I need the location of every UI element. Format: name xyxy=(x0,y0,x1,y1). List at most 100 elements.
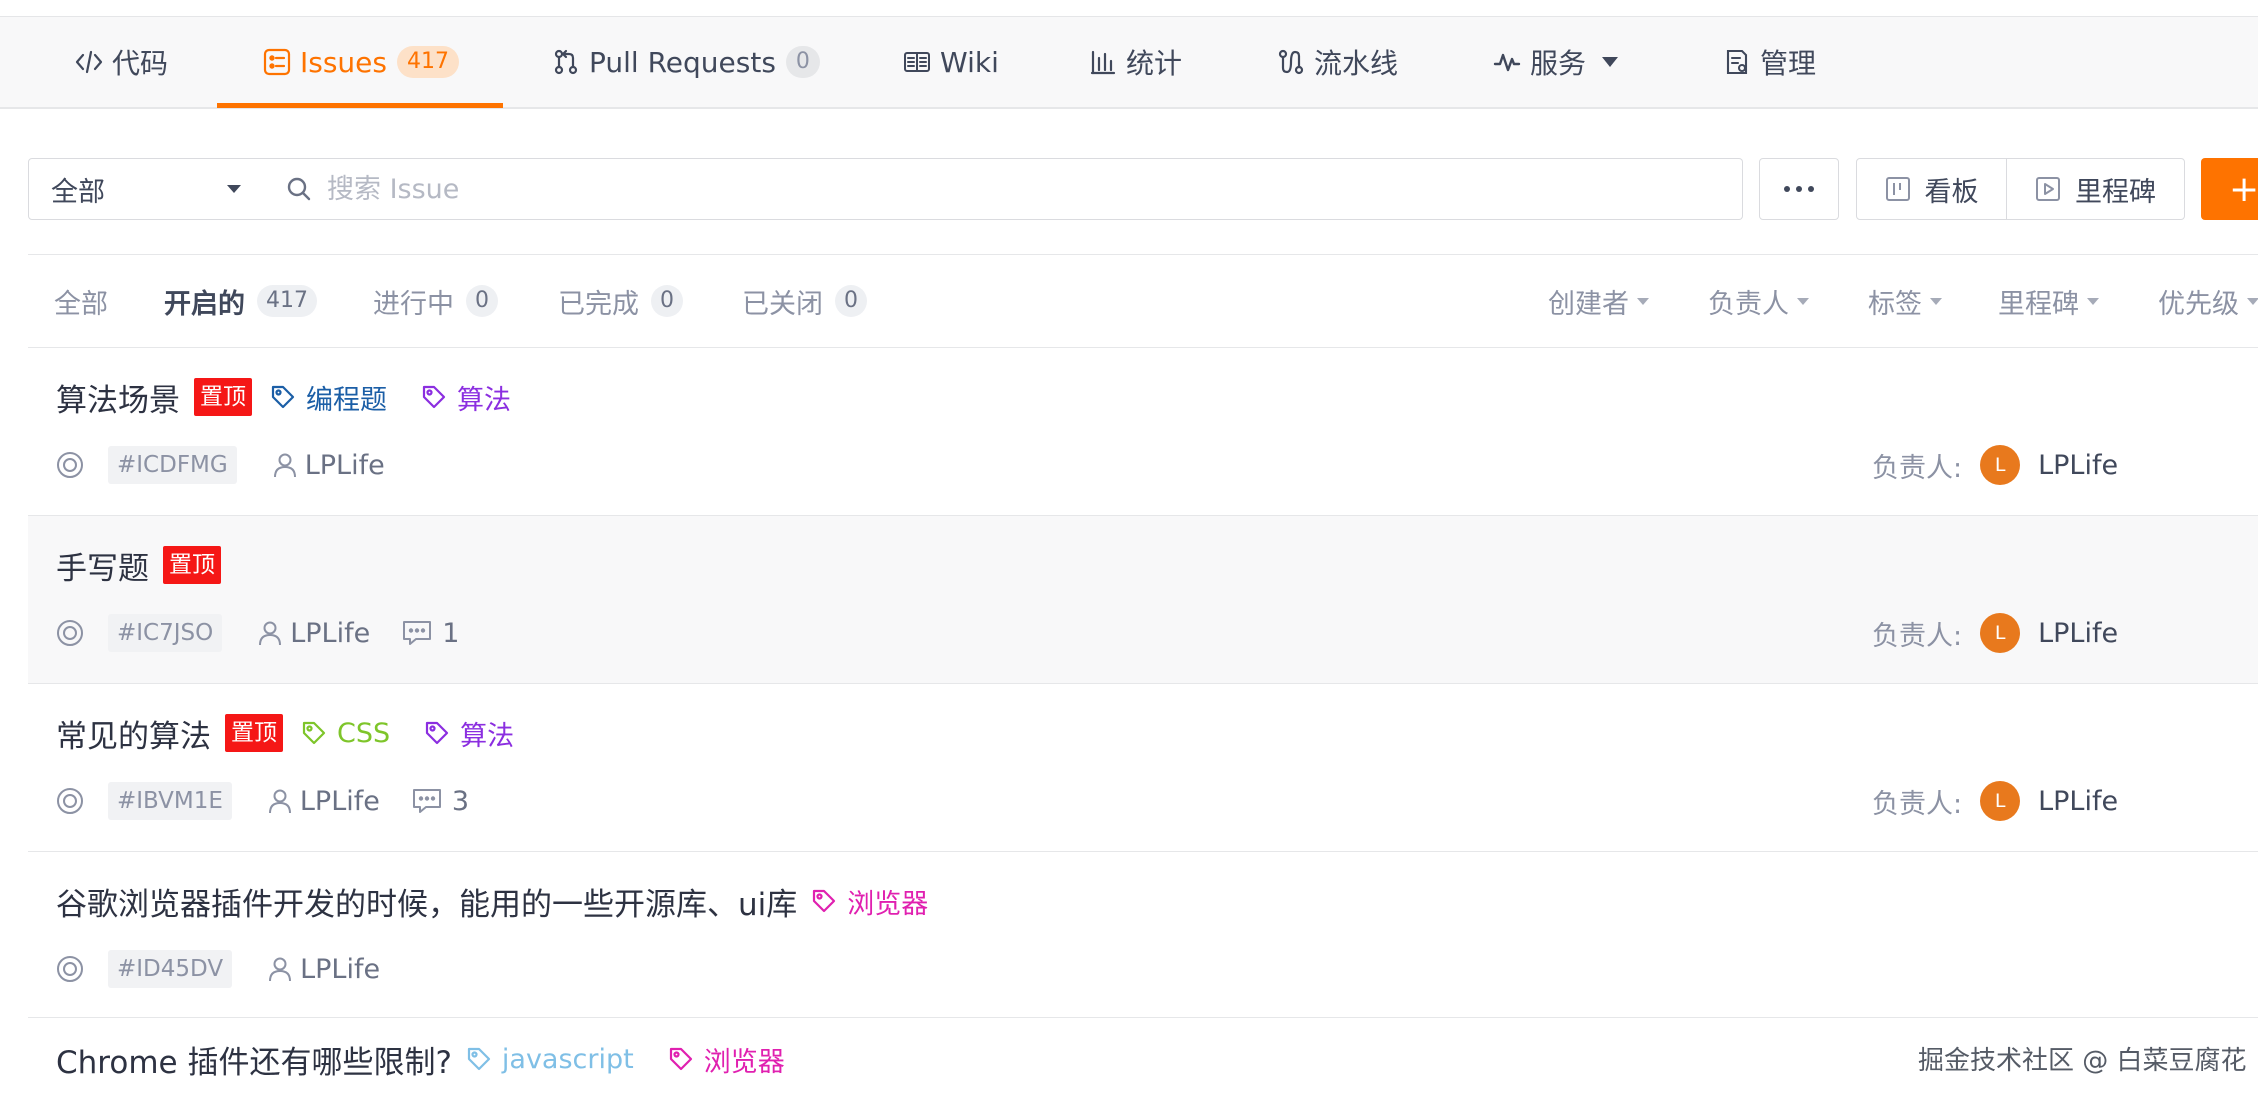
issue-title[interactable]: 手写题 xyxy=(56,543,149,588)
issue-tag[interactable]: 算法 xyxy=(424,714,514,753)
issue-tag-label: 浏览器 xyxy=(703,1046,785,1078)
issue-id[interactable]: #ICDFMG xyxy=(108,446,237,484)
assignee-name[interactable]: LPLife xyxy=(2038,618,2118,649)
pinned-badge: 置顶 xyxy=(194,378,252,416)
scope-select-value: 全部 xyxy=(51,176,105,208)
issue-tag[interactable]: 浏览器 xyxy=(668,1040,785,1079)
manage-icon xyxy=(1722,47,1752,77)
filter-creator[interactable]: 创建者 xyxy=(1548,255,1649,347)
issue-title[interactable]: 算法场景 xyxy=(56,375,180,420)
issue-tag[interactable]: javascript xyxy=(466,1044,634,1075)
more-icon xyxy=(1784,186,1814,192)
avatar[interactable]: L xyxy=(1980,613,2021,653)
chevron-down-icon xyxy=(1930,297,1942,305)
issue-tag[interactable]: 浏览器 xyxy=(811,882,928,921)
issue-author-name: LPLife xyxy=(304,449,385,481)
tag-icon xyxy=(669,1047,692,1071)
kanban-button[interactable]: 看板 xyxy=(1857,159,2008,219)
tab-pipeline[interactable]: 流水线 xyxy=(1276,17,1398,107)
filter-labels-label: 标签 xyxy=(1868,288,1922,320)
issues-icon xyxy=(262,47,292,77)
tab-wiki[interactable]: Wiki xyxy=(902,17,999,107)
milestone-button[interactable]: 里程碑 xyxy=(2007,159,2184,219)
filter-milestone[interactable]: 里程碑 xyxy=(1998,255,2099,347)
comment-count: 3 xyxy=(451,785,470,817)
tag-icon xyxy=(813,889,836,913)
search-input[interactable] xyxy=(325,172,1709,206)
scope-select[interactable]: 全部 xyxy=(28,158,266,220)
new-issue-button[interactable]: + xyxy=(2201,158,2258,220)
tab-pull-requests[interactable]: Pull Requests 0 xyxy=(551,17,820,107)
avatar[interactable]: L xyxy=(1980,445,2021,485)
issue-assignee: 负责人: L LPLife xyxy=(1872,440,2118,490)
issue-title[interactable]: 谷歌浏览器插件开发的时候，能用的一些开源库、ui库 xyxy=(56,879,797,924)
search-icon xyxy=(285,175,313,203)
milestone-label: 里程碑 xyxy=(2075,176,2157,208)
issue-tag[interactable]: 算法 xyxy=(421,378,511,417)
chevron-down-icon xyxy=(1637,297,1649,305)
issue-author-name: LPLife xyxy=(300,953,381,985)
state-tab-closed[interactable]: 已关闭 0 xyxy=(742,255,867,347)
assignee-name[interactable]: LPLife xyxy=(2038,786,2118,817)
issue-author[interactable]: LPLife xyxy=(268,786,380,817)
issue-author[interactable]: LPLife xyxy=(268,954,380,985)
avatar[interactable]: L xyxy=(1980,781,2021,821)
tab-statistics[interactable]: 统计 xyxy=(1088,17,1182,107)
assignee-name[interactable]: LPLife xyxy=(2038,450,2118,481)
tab-services[interactable]: 服务 xyxy=(1492,17,1619,107)
milestone-icon xyxy=(2035,176,2061,202)
chevron-down-icon xyxy=(2247,297,2258,305)
state-tab-label: 已关闭 xyxy=(742,288,823,320)
top-bar xyxy=(0,0,2258,17)
book-icon xyxy=(902,47,932,77)
state-tab-open[interactable]: 开启的 417 xyxy=(164,255,317,347)
chevron-down-icon xyxy=(1797,297,1809,305)
issue-title[interactable]: 常见的算法 xyxy=(56,711,211,756)
state-tab-count: 0 xyxy=(835,285,867,317)
issue-tag-label: 编程题 xyxy=(306,384,387,416)
tab-manage-label: 管理 xyxy=(1760,47,1817,80)
comment-count: 1 xyxy=(442,617,460,649)
repo-nav: 代码 Issues 417 Pull Requests 0 Wiki 统计 流水… xyxy=(0,17,2258,109)
issue-row[interactable]: 谷歌浏览器插件开发的时候，能用的一些开源库、ui库 浏览器 #ID45DV LP… xyxy=(28,852,2258,1018)
more-options-button[interactable] xyxy=(1759,158,1839,220)
issue-author[interactable]: LPLife xyxy=(273,450,385,481)
state-tab-all[interactable]: 全部 xyxy=(54,255,108,347)
tab-code[interactable]: 代码 xyxy=(74,17,168,107)
issue-author-name: LPLife xyxy=(290,617,371,649)
issue-id[interactable]: #IBVM1E xyxy=(108,782,232,820)
issue-row[interactable]: 手写题 置顶 #IC7JSO LPLife 1 负责人: L LPLife xyxy=(28,516,2258,684)
tag-icon xyxy=(426,721,449,745)
issue-row[interactable]: 算法场景 置顶 编程题 算法 #ICDFMG LPLife 负责人: L LPL… xyxy=(28,348,2258,516)
issue-row[interactable]: 常见的算法 置顶 CSS 算法 #IBVM1E LPLife 3 负责人: L … xyxy=(28,684,2258,852)
state-tab-done[interactable]: 已完成 0 xyxy=(558,255,683,347)
tab-issues[interactable]: Issues 417 xyxy=(262,17,459,107)
issue-comments[interactable]: 1 xyxy=(402,618,459,649)
tag-icon xyxy=(422,385,446,409)
chevron-down-icon xyxy=(227,185,241,193)
active-tab-indicator xyxy=(217,103,503,108)
filter-assignee[interactable]: 负责人 xyxy=(1708,255,1809,347)
issue-title[interactable]: Chrome 插件还有哪些限制? xyxy=(56,1037,452,1082)
tab-code-label: 代码 xyxy=(112,47,169,80)
issue-assignee: 负责人: L LPLife xyxy=(1872,776,2118,826)
issue-tag[interactable]: 编程题 xyxy=(270,378,387,417)
kanban-icon xyxy=(1885,176,1911,202)
filter-assignee-label: 负责人 xyxy=(1708,288,1789,320)
issue-author[interactable]: LPLife xyxy=(258,618,370,649)
chevron-down-icon xyxy=(2087,297,2099,305)
filter-labels[interactable]: 标签 xyxy=(1868,255,1942,347)
tab-manage[interactable]: 管理 xyxy=(1722,17,1816,107)
open-status-icon xyxy=(56,787,84,815)
filter-priority[interactable]: 优先级 xyxy=(2158,255,2258,347)
issue-tag[interactable]: CSS xyxy=(301,718,390,749)
user-icon xyxy=(273,453,296,478)
kanban-label: 看板 xyxy=(1924,176,1979,208)
issue-comments[interactable]: 3 xyxy=(412,786,469,817)
state-tab-in-progress[interactable]: 进行中 0 xyxy=(373,255,498,347)
issue-id[interactable]: #IC7JSO xyxy=(108,614,223,652)
chevron-down-icon xyxy=(1602,57,1619,67)
issue-author-name: LPLife xyxy=(299,785,380,817)
state-tab-count: 0 xyxy=(466,285,498,317)
issue-id[interactable]: #ID45DV xyxy=(108,950,233,988)
